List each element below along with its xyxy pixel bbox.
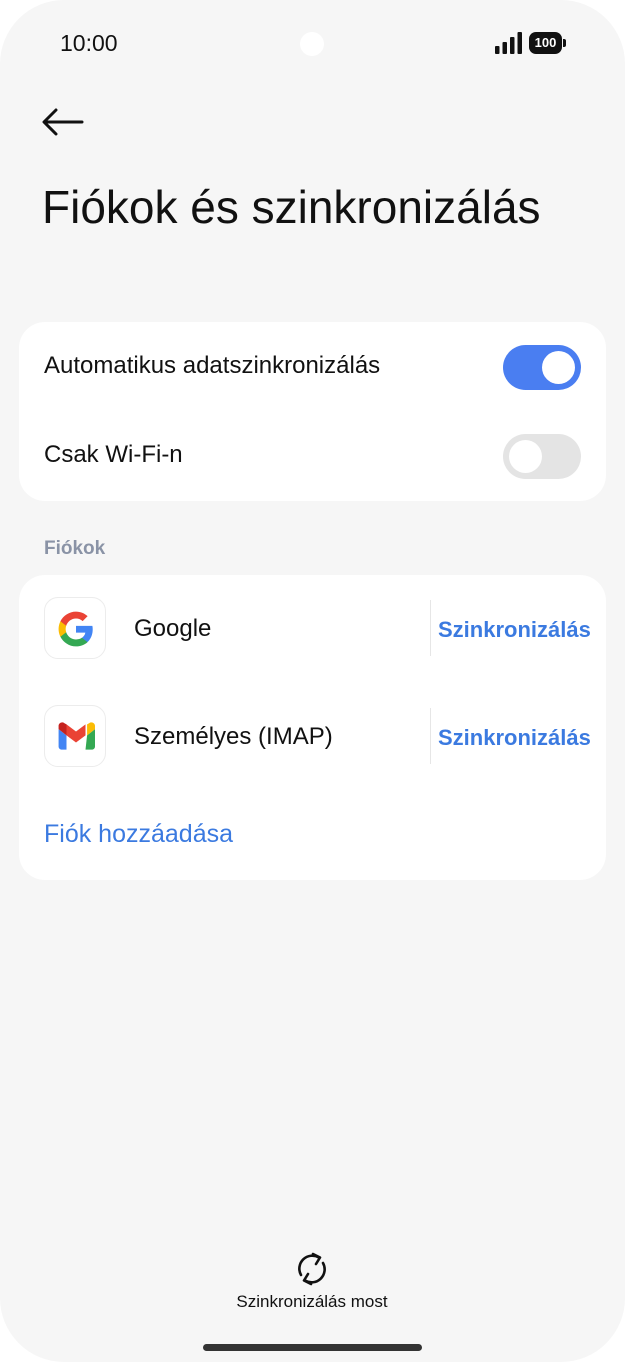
sync-now-button[interactable]: Szinkronizálás most [212,1245,412,1315]
accounts-card: Google Szinkronizálás Személyes (IMAP) S… [19,575,606,880]
accounts-section-title: Fiókok [44,538,106,559]
signal-icon [495,32,522,54]
divider [430,708,431,764]
wifi-only-row[interactable]: Csak Wi-Fi-n [19,412,606,500]
battery-level: 100 [529,32,562,54]
divider [430,600,431,656]
toggle-knob [509,440,542,473]
auto-sync-row[interactable]: Automatikus adatszinkronizálás [19,323,606,411]
add-account-button[interactable]: Fiók hozzáadása [44,820,233,849]
toggle-knob [542,351,575,384]
google-icon [44,597,106,659]
account-row-imap[interactable]: Személyes (IMAP) Szinkronizálás [19,683,606,779]
google-sync-button[interactable]: Szinkronizálás [438,617,591,643]
gmail-icon [44,705,106,767]
home-indicator[interactable] [203,1344,422,1351]
wifi-only-label: Csak Wi-Fi-n [44,441,183,468]
battery-icon: 100 [529,32,567,54]
account-name: Google [134,615,212,642]
account-row-google[interactable]: Google Szinkronizálás [19,575,606,671]
sync-settings-card: Automatikus adatszinkronizálás Csak Wi-F… [19,322,606,501]
sync-icon [298,1252,326,1286]
battery-tip [563,39,566,47]
phone-screen: 10:00 100 Fiókok és szinkronizálás Autom… [0,0,625,1362]
status-bar: 10:00 100 [0,0,625,88]
account-name: Személyes (IMAP) [134,723,333,750]
page-title: Fiókok és szinkronizálás [42,181,541,233]
auto-sync-toggle[interactable] [503,345,581,390]
back-button[interactable] [38,100,88,144]
front-camera [300,32,324,56]
sync-now-label: Szinkronizálás most [236,1292,388,1311]
auto-sync-label: Automatikus adatszinkronizálás [44,352,381,379]
imap-sync-button[interactable]: Szinkronizálás [438,725,591,751]
wifi-only-toggle[interactable] [503,434,581,479]
arrow-left-icon [42,108,84,136]
status-time: 10:00 [60,30,118,56]
